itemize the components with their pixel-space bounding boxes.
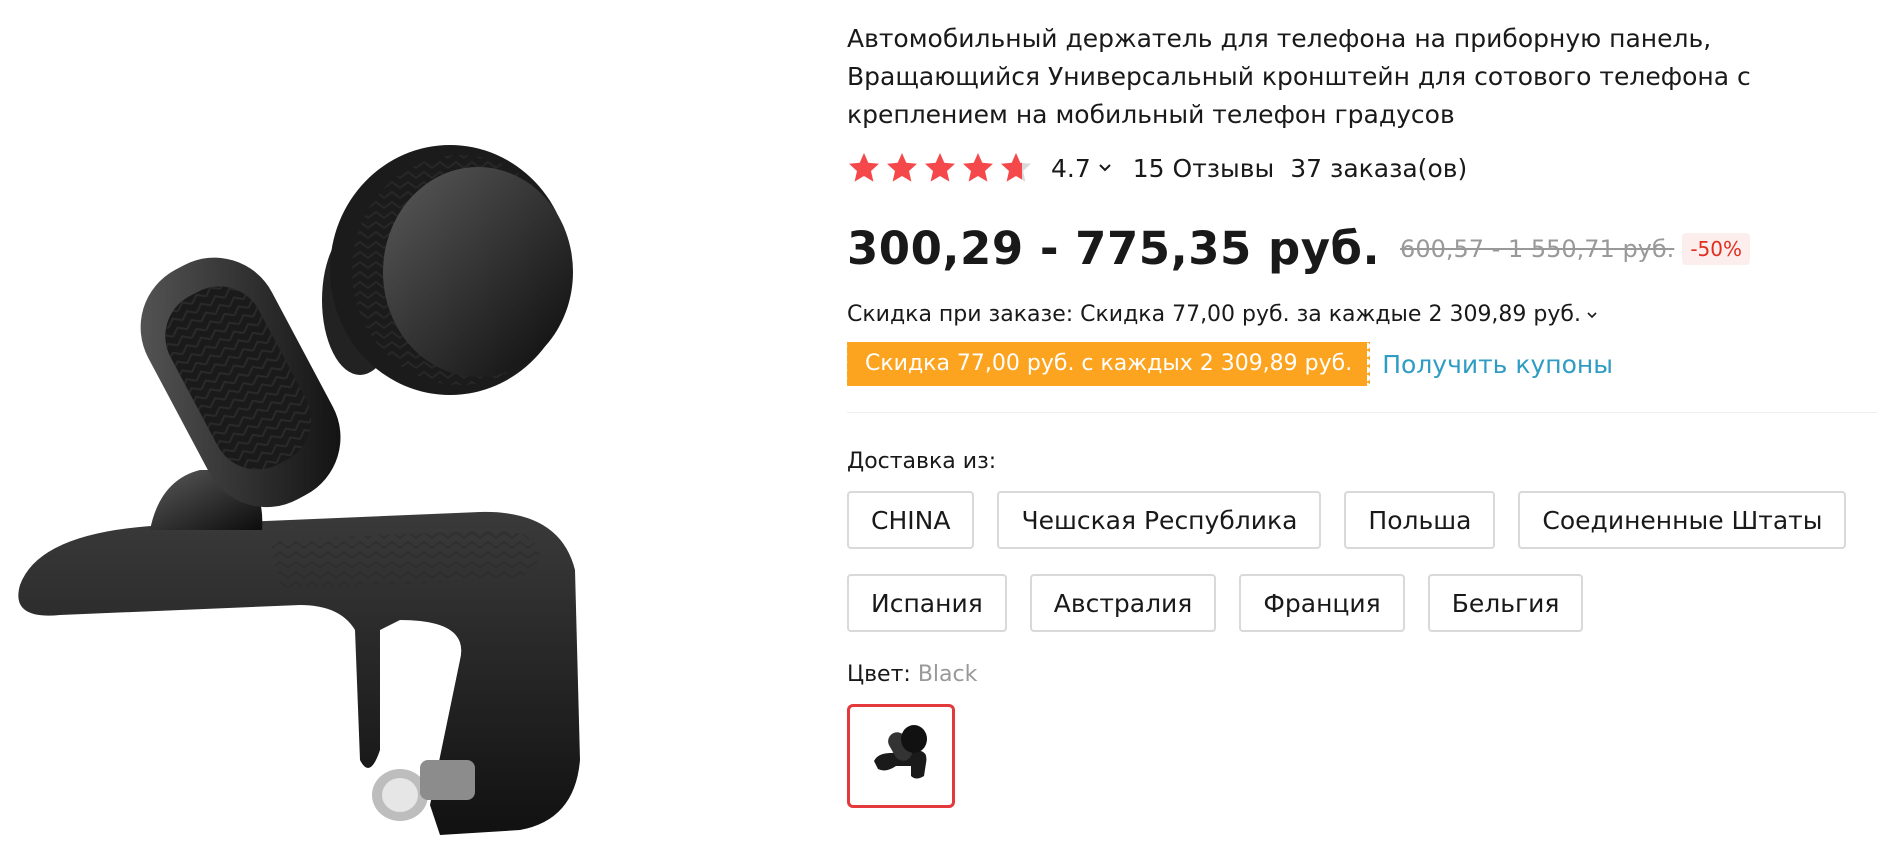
order-discount-text: Скидка при заказе: Скидка 77,00 руб. за …	[847, 302, 1581, 327]
chevron-down-icon[interactable]	[1097, 160, 1113, 176]
shipping-options-row-1: CHINA Чешская Республика Польша Соединен…	[847, 491, 1869, 549]
get-coupons-link[interactable]: Получить купоны	[1382, 350, 1613, 379]
star-icon	[849, 153, 879, 182]
rating-row: 4.7 15 Отзывы 37 заказа(ов)	[847, 151, 1467, 185]
color-label-text: Цвет:	[847, 662, 918, 687]
star-icon	[887, 153, 917, 182]
star-icon	[1001, 153, 1031, 182]
reviews-link[interactable]: 15 Отзывы	[1133, 154, 1275, 183]
product-main-image[interactable]	[0, 60, 590, 850]
discount-badge: -50%	[1682, 232, 1750, 265]
shipping-from-label: Доставка из:	[847, 449, 997, 474]
shipping-options-row-2: Испания Австралия Франция Бельгия	[847, 574, 1606, 632]
shipping-option-united-states[interactable]: Соединенные Штаты	[1518, 491, 1847, 549]
color-swatch-black[interactable]	[847, 704, 955, 808]
shipping-option-france[interactable]: Франция	[1239, 574, 1405, 632]
coupon-row: Скидка 77,00 руб. с каждых 2 309,89 руб.…	[843, 342, 1613, 386]
color-swatch-thumbnail	[874, 725, 927, 779]
color-value: Black	[917, 662, 978, 687]
star-icon	[925, 153, 955, 182]
price-row: 300,29 - 775,35 руб. 600,57 - 1 550,71 р…	[847, 222, 1750, 275]
star-icon	[963, 153, 993, 182]
shipping-option-czech-republic[interactable]: Чешская Республика	[997, 491, 1322, 549]
current-price: 300,29 - 775,35 руб.	[847, 222, 1381, 275]
rating-value[interactable]: 4.7	[1051, 154, 1091, 183]
shipping-option-poland[interactable]: Польша	[1344, 491, 1496, 549]
coupon-tag: Скидка 77,00 руб. с каждых 2 309,89 руб.	[843, 342, 1374, 386]
shipping-option-belgium[interactable]: Бельгия	[1427, 574, 1584, 632]
orders-count: 37 заказа(ов)	[1290, 153, 1468, 183]
chevron-down-icon[interactable]	[1585, 308, 1599, 322]
shipping-option-spain[interactable]: Испания	[847, 574, 1007, 632]
divider	[847, 412, 1877, 413]
product-title: Автомобильный держатель для телефона на …	[847, 24, 1751, 129]
original-price: 600,57 - 1 550,71 руб.	[1400, 234, 1675, 263]
shipping-option-australia[interactable]: Австралия	[1029, 574, 1217, 632]
rating-stars[interactable]	[847, 151, 1037, 185]
order-discount-info[interactable]: Скидка при заказе: Скидка 77,00 руб. за …	[847, 302, 1599, 327]
shipping-option-china[interactable]: CHINA	[847, 491, 975, 549]
color-label: Цвет: Black	[847, 662, 977, 687]
